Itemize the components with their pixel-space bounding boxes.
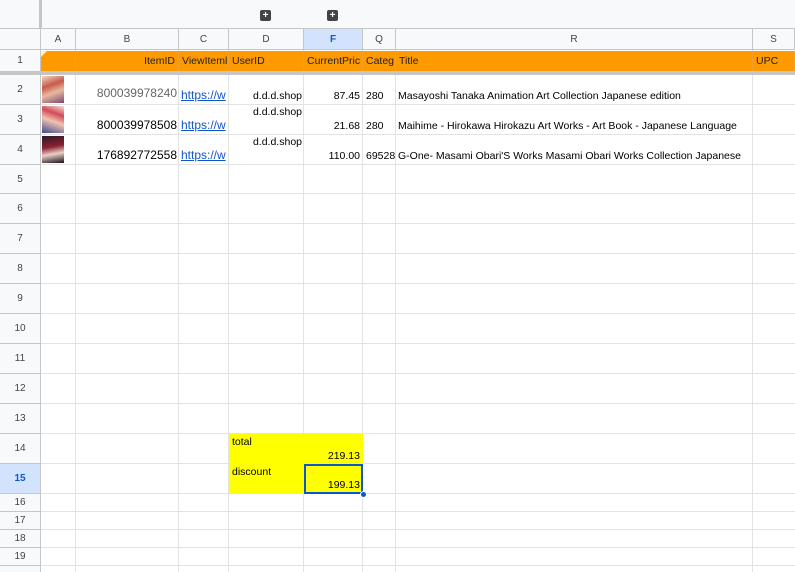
row-header[interactable]: 11 (0, 344, 41, 374)
gridline (41, 403, 795, 404)
category-cell[interactable]: 280 (366, 120, 395, 132)
column-header-b[interactable]: B (76, 29, 179, 50)
gridline (41, 529, 795, 530)
row-header[interactable]: 5 (0, 165, 41, 194)
row-header[interactable]: 8 (0, 254, 41, 284)
gridline (41, 343, 795, 344)
column-header-d[interactable]: D (229, 29, 304, 50)
gridline (41, 547, 795, 548)
gridline (41, 104, 795, 105)
total-value: 219.13 (327, 450, 360, 462)
column-header-f[interactable]: F (304, 29, 363, 50)
row-header[interactable]: 9 (0, 284, 41, 314)
title-cell[interactable]: Maihime - Hirokawa Hirokazu Art Works - … (398, 120, 752, 132)
row-header[interactable]: 19 (0, 548, 41, 566)
header-cell-category[interactable]: Categ (363, 51, 396, 71)
row-header-filler (0, 566, 41, 572)
userid-cell[interactable]: d.d.d.shop (229, 90, 302, 102)
gridline (41, 164, 795, 165)
userid-cell[interactable]: d.d.d.shop (229, 106, 302, 118)
gridline (41, 193, 795, 194)
title-cell[interactable]: Masayoshi Tanaka Animation Art Collectio… (398, 90, 752, 102)
header-cell-itemid[interactable]: ItemID (76, 51, 179, 71)
gridline (41, 493, 795, 494)
row-header[interactable]: 17 (0, 512, 41, 530)
view-item-link[interactable]: https://w (181, 118, 228, 132)
gridline (41, 373, 795, 374)
userid-cell[interactable]: d.d.d.shop (229, 136, 302, 148)
view-item-link[interactable]: https://w (181, 148, 228, 162)
gridline (41, 223, 795, 224)
row-header[interactable]: 10 (0, 314, 41, 344)
title-cell[interactable]: G-One- Masami Obari'S Works Masami Obari… (398, 150, 752, 162)
freeze-divider (39, 0, 42, 29)
view-item-link[interactable]: https://w (181, 88, 228, 102)
discount-label: discount (232, 466, 272, 478)
gridline (41, 253, 795, 254)
itemid-cell[interactable]: 176892772558 (76, 148, 177, 162)
itemid-cell[interactable]: 800039978508 (76, 118, 177, 132)
expand-group-button[interactable]: + (327, 10, 338, 21)
price-cell[interactable]: 87.45 (304, 90, 360, 102)
header-cell-viewitem[interactable]: ViewIteml (179, 51, 229, 71)
row-header[interactable]: 1 (0, 50, 41, 72)
row-header[interactable]: 2 (0, 75, 41, 105)
row-header[interactable]: 15 (0, 464, 41, 494)
category-cell[interactable]: 69528 (366, 150, 395, 162)
gridline (41, 463, 795, 464)
gridline (41, 511, 795, 512)
row-header[interactable]: 16 (0, 494, 41, 512)
select-all-corner[interactable] (0, 29, 41, 50)
anime-art-thumbnail[interactable] (42, 76, 64, 103)
total-label: total (232, 436, 252, 448)
expand-group-button[interactable]: + (260, 10, 271, 21)
row-header[interactable]: 13 (0, 404, 41, 434)
row-header[interactable]: 4 (0, 135, 41, 165)
gridline (41, 134, 795, 135)
gridline (41, 283, 795, 284)
header-cell-userid[interactable]: UserID (229, 51, 304, 71)
header-cell-upc[interactable]: UPC (753, 51, 795, 71)
itemid-cell[interactable]: 800039978240 (76, 86, 177, 100)
price-cell[interactable]: 21.68 (304, 120, 360, 132)
anime-art-thumbnail[interactable] (42, 136, 64, 163)
gridline (41, 565, 795, 566)
column-header-s[interactable]: S (753, 29, 795, 50)
column-header-c[interactable]: C (179, 29, 229, 50)
row-header[interactable]: 12 (0, 374, 41, 404)
fill-handle[interactable] (360, 491, 367, 498)
row-header[interactable]: 14 (0, 434, 41, 464)
row-header[interactable]: 6 (0, 194, 41, 224)
column-header-r[interactable]: R (396, 29, 753, 50)
price-cell[interactable]: 110.00 (304, 150, 360, 162)
comment-marker (41, 51, 47, 57)
category-cell[interactable]: 280 (366, 90, 395, 102)
header-cell-title[interactable]: Title (396, 51, 753, 71)
header-cell-currentprice[interactable]: CurrentPric (304, 51, 363, 71)
anime-art-thumbnail[interactable] (42, 106, 64, 133)
row-header[interactable]: 3 (0, 105, 41, 135)
gridline (41, 433, 795, 434)
group-toolbar (0, 0, 795, 29)
gridline (41, 313, 795, 314)
column-header-a[interactable]: A (41, 29, 76, 50)
column-header-q[interactable]: Q (363, 29, 396, 50)
discount-value: 199.13 (327, 479, 360, 491)
freeze-row-divider (0, 71, 795, 75)
row-header[interactable]: 7 (0, 224, 41, 254)
row-header[interactable]: 18 (0, 530, 41, 548)
